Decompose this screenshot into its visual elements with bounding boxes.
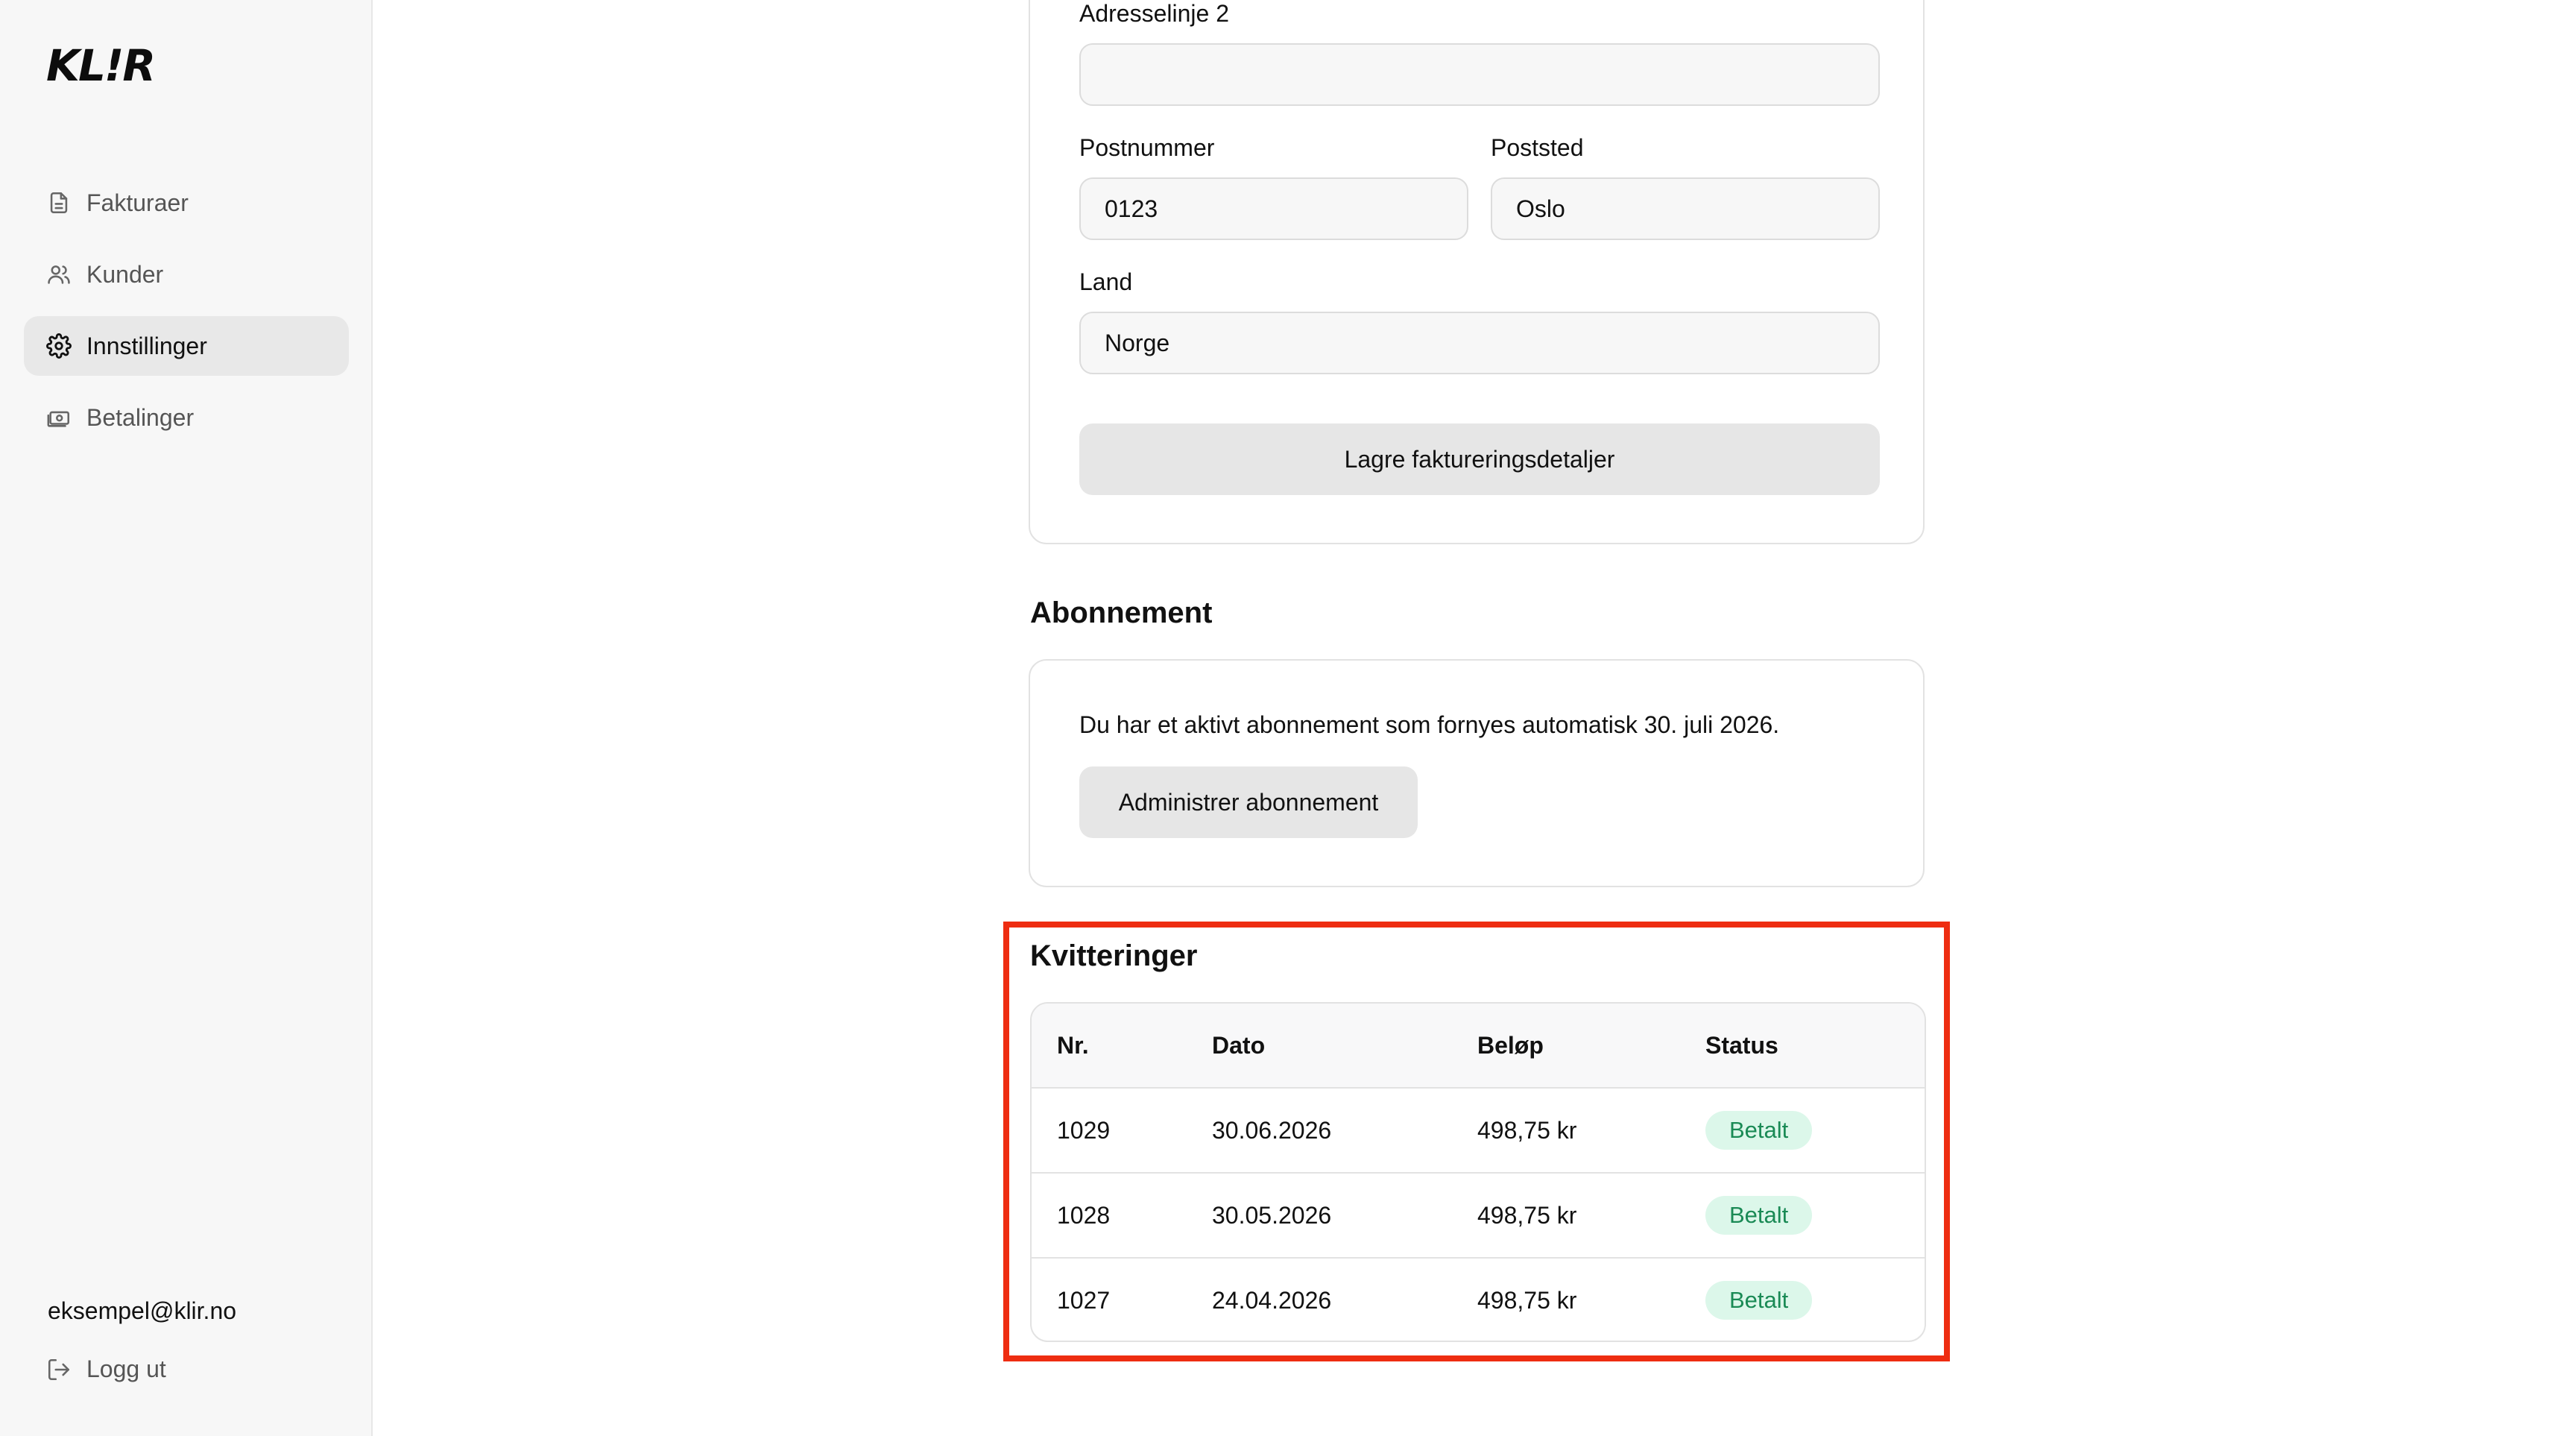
postal-code-input[interactable] (1079, 177, 1468, 240)
status-badge: Betalt (1705, 1281, 1813, 1320)
sidebar-item-betalinger[interactable]: Betalinger (24, 388, 349, 447)
app-root: KL!R Fakturaer Kunder Innstillinger Beta… (0, 0, 2576, 1436)
receipts-table: Nr. Dato Beløp Status 1029 30.06.2026 49… (1030, 1002, 1926, 1342)
status-cell: Betalt (1705, 1089, 1813, 1172)
sidebar-item-label: Innstillinger (86, 332, 207, 359)
postal-code-label: Postnummer (1079, 134, 1215, 161)
sidebar-item-fakturaer[interactable]: Fakturaer (24, 173, 349, 233)
column-header-nr: Nr. (1057, 1031, 1089, 1059)
receipt-date: 30.05.2026 (1212, 1201, 1332, 1229)
gear-icon (46, 333, 72, 359)
logout-icon (46, 1357, 72, 1382)
sidebar-item-label: Fakturaer (86, 189, 189, 216)
sidebar-item-label: Betalinger (86, 403, 195, 431)
status-cell: Betalt (1705, 1259, 1813, 1341)
country-input[interactable] (1079, 312, 1880, 374)
table-row[interactable]: 1029 30.06.2026 498,75 kr Betalt (1032, 1087, 1925, 1172)
city-label: Poststed (1491, 134, 1584, 161)
column-header-status: Status (1705, 1031, 1778, 1059)
manage-subscription-button[interactable]: Administrer abonnement (1079, 766, 1418, 838)
banknote-icon (46, 405, 72, 430)
column-header-dato: Dato (1212, 1031, 1266, 1059)
receipt-amount: 498,75 kr (1477, 1286, 1577, 1314)
logout-label: Logg ut (86, 1355, 166, 1382)
address-line2-input[interactable] (1079, 43, 1880, 106)
sidebar-nav: Fakturaer Kunder Innstillinger Betalinge… (24, 173, 349, 459)
sidebar-item-kunder[interactable]: Kunder (24, 245, 349, 304)
receipt-number: 1028 (1057, 1201, 1111, 1229)
receipt-amount: 498,75 kr (1477, 1201, 1577, 1229)
status-cell: Betalt (1705, 1174, 1813, 1257)
receipt-date: 24.04.2026 (1212, 1286, 1332, 1314)
country-label: Land (1079, 268, 1133, 295)
city-input[interactable] (1491, 177, 1880, 240)
receipts-title: Kvitteringer (1030, 939, 1198, 972)
subscription-title: Abonnement (1030, 596, 1213, 629)
table-row[interactable]: 1027 24.04.2026 498,75 kr Betalt (1032, 1257, 1925, 1341)
users-icon (46, 262, 72, 287)
sidebar-item-label: Kunder (86, 260, 164, 288)
klir-logo[interactable]: KL!R (46, 40, 156, 91)
table-row[interactable]: 1028 30.05.2026 498,75 kr Betalt (1032, 1172, 1925, 1257)
subscription-status-text: Du har et aktivt abonnement som fornyes … (1079, 711, 1780, 738)
status-badge: Betalt (1705, 1196, 1813, 1235)
receipt-number: 1027 (1057, 1286, 1111, 1314)
receipt-amount: 498,75 kr (1477, 1116, 1577, 1144)
receipt-number: 1029 (1057, 1116, 1111, 1144)
sidebar-item-innstillinger[interactable]: Innstillinger (24, 316, 349, 376)
status-badge: Betalt (1705, 1111, 1813, 1150)
document-icon (46, 190, 72, 215)
save-billing-details-button[interactable]: Lagre faktureringsdetaljer (1079, 423, 1880, 495)
receipt-date: 30.06.2026 (1212, 1116, 1332, 1144)
user-email: eksempel@klir.no (48, 1297, 237, 1324)
address-line2-label: Adresselinje 2 (1079, 0, 1229, 27)
logout-button[interactable]: Logg ut (46, 1355, 166, 1383)
table-header-row: Nr. Dato Beløp Status (1032, 1004, 1925, 1087)
column-header-belop: Beløp (1477, 1031, 1544, 1059)
sidebar: KL!R Fakturaer Kunder Innstillinger Beta… (0, 0, 373, 1436)
